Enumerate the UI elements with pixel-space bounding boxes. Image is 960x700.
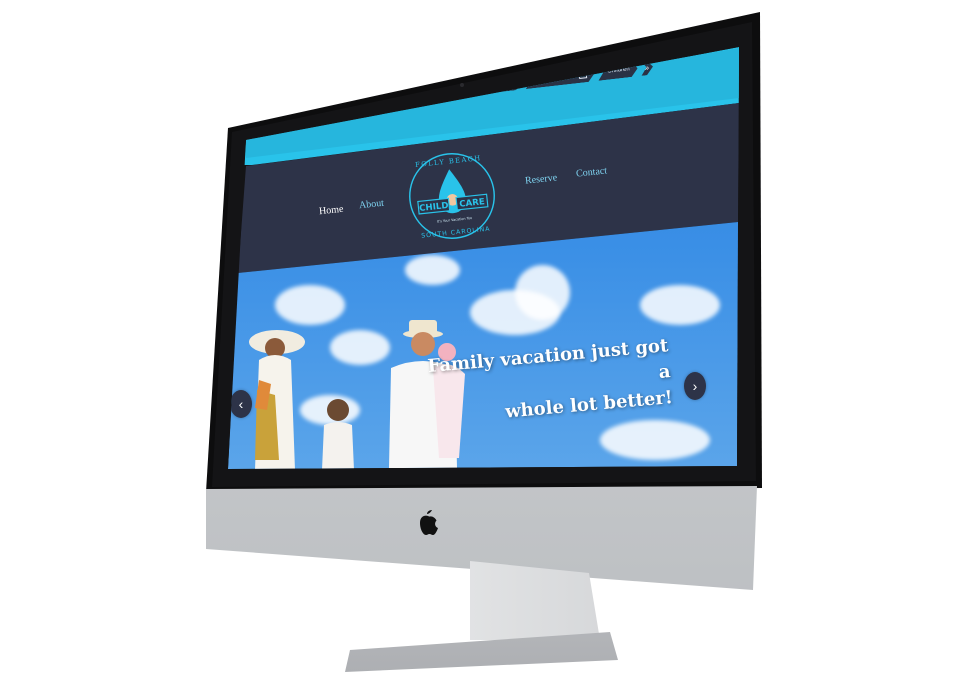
cloud [275, 285, 345, 325]
cloud [405, 255, 460, 285]
calendar-icon [578, 71, 587, 79]
calendar-icon [506, 79, 515, 87]
child [322, 399, 354, 469]
svg-text:CHILD: CHILD [419, 201, 449, 214]
svg-text:It's Your Vacation Too: It's Your Vacation Too [437, 216, 473, 224]
woman-with-hat [249, 330, 305, 469]
cloud [640, 285, 720, 325]
arrival-date-field[interactable]: Arrival Date [461, 74, 523, 97]
cloud [600, 420, 710, 460]
chevron-left-icon: ‹ [238, 396, 244, 412]
cloud [515, 265, 570, 320]
slider-prev-button[interactable]: ‹ [230, 390, 252, 418]
chevron-right-icon: › [692, 378, 698, 394]
apple-logo-icon [420, 510, 438, 535]
svg-text:FOLLY BEACH: FOLLY BEACH [415, 154, 482, 169]
site-logo[interactable]: CHILD CARE FOLLY BEACH It's Your Vacatio… [399, 143, 505, 249]
monitor: RESERVE A BABYSITTER Arrival Date Depart… [0, 0, 960, 700]
slider-next-button[interactable]: › [684, 372, 706, 400]
cloud [330, 330, 390, 365]
